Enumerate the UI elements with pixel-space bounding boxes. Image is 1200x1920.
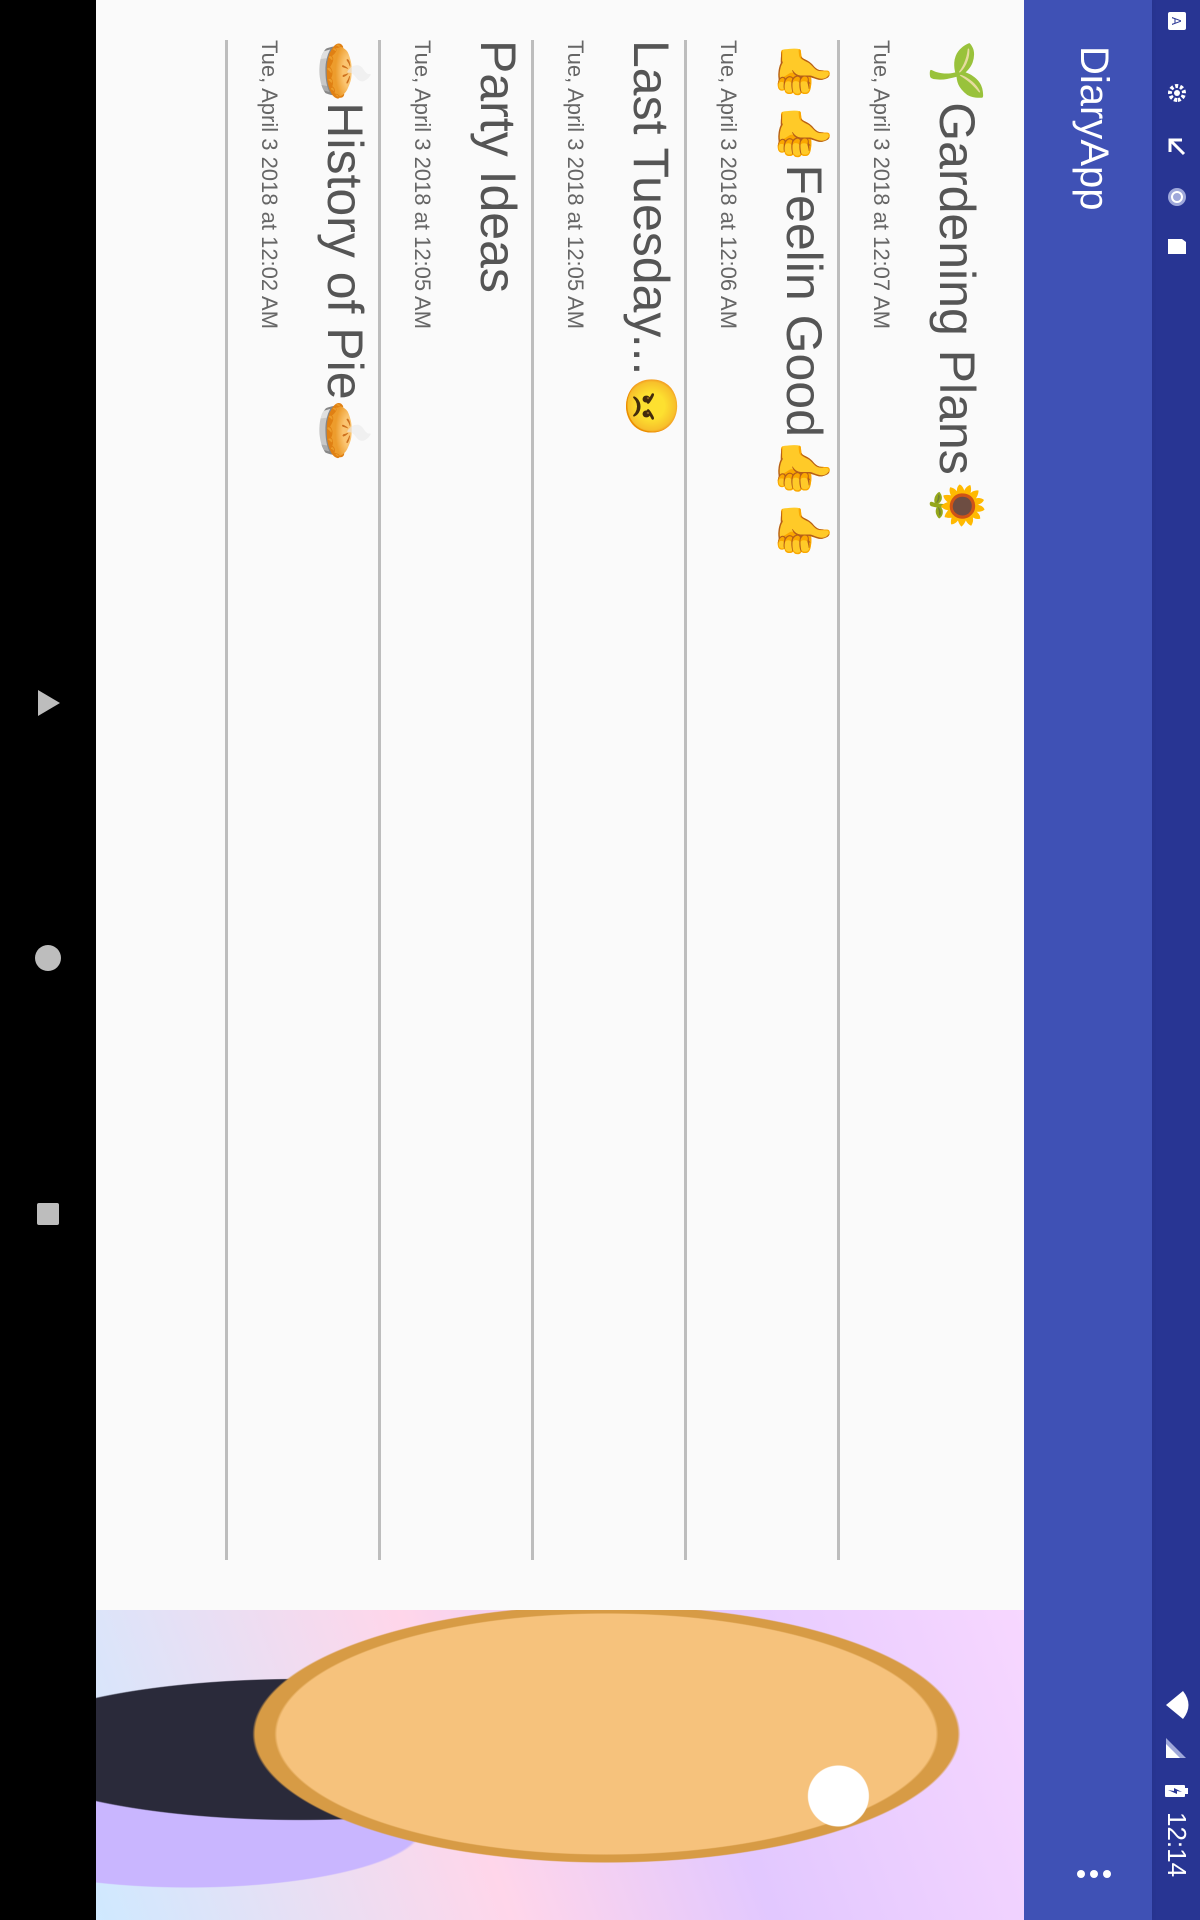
- app-bar: DiaryApp: [1024, 0, 1152, 1920]
- list-item[interactable]: Party Ideas Tue, April 3 2018 at 12:05 A…: [378, 40, 531, 1560]
- list-item[interactable]: 🌱Gardening Plans🌻 Tue, April 3 2018 at 1…: [837, 40, 990, 1560]
- entry-date: Tue, April 3 2018 at 12:05 AM: [410, 40, 435, 330]
- entry-title: 👍👍Feelin Good👍👍: [776, 40, 832, 562]
- device-screen: A 12:14 DiaryApp 🌱Gardening Plans🌻 Tue, …: [0, 0, 1200, 1920]
- entry-date: Tue, April 3 2018 at 12:02 AM: [257, 40, 282, 330]
- svg-text:A: A: [1169, 17, 1183, 26]
- list-item[interactable]: 👍👍Feelin Good👍👍 Tue, April 3 2018 at 12:…: [684, 40, 837, 1560]
- navigation-bar: [0, 0, 96, 1920]
- decorative-illustration: [96, 1610, 1024, 1920]
- app-title: DiaryApp: [1072, 46, 1116, 211]
- signal-icon: [1166, 1738, 1186, 1758]
- back-triangle-icon[interactable]: [36, 688, 62, 718]
- list-item[interactable]: Last Tuesday...😠 Tue, April 3 2018 at 12…: [531, 40, 684, 1560]
- home-circle-icon[interactable]: [34, 944, 62, 972]
- status-bar: A 12:14: [1152, 0, 1200, 1920]
- entry-title: Last Tuesday...😠: [623, 40, 679, 438]
- list-item[interactable]: 🥧History of Pie🥧 Tue, April 3 2018 at 12…: [225, 40, 378, 1560]
- sd-card-icon: [1168, 239, 1186, 254]
- entry-date: Tue, April 3 2018 at 12:06 AM: [716, 40, 741, 330]
- entry-date: Tue, April 3 2018 at 12:07 AM: [869, 40, 894, 330]
- settings-icon: [1168, 84, 1186, 102]
- entry-title: Party Ideas: [470, 40, 526, 293]
- diary-entry-list-container: 🌱Gardening Plans🌻 Tue, April 3 2018 at 1…: [96, 0, 1024, 1920]
- entry-list: 🌱Gardening Plans🌻 Tue, April 3 2018 at 1…: [225, 40, 990, 1560]
- more-vert-icon[interactable]: [1060, 1854, 1116, 1894]
- entry-title: 🥧History of Pie🥧: [317, 40, 373, 462]
- status-time: 12:14: [1162, 1812, 1192, 1878]
- sync-icon: [1168, 188, 1186, 206]
- battery-charging-icon: [1165, 1785, 1188, 1797]
- recents-square-icon[interactable]: [36, 1202, 60, 1226]
- entry-date: Tue, April 3 2018 at 12:05 AM: [563, 40, 588, 330]
- download-icon: [1168, 138, 1186, 156]
- entry-title: 🌱Gardening Plans🌻: [929, 40, 985, 537]
- keyboard-icon: A: [1168, 12, 1186, 30]
- wifi-icon: [1166, 1691, 1189, 1719]
